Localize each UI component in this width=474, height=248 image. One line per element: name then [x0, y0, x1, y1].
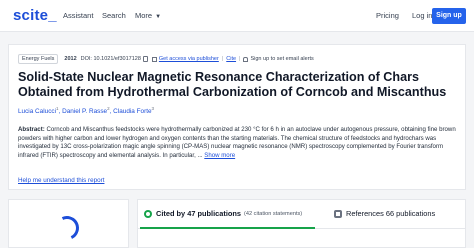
nav-more-label: More	[135, 11, 153, 20]
show-more-link[interactable]: Show more	[204, 152, 235, 159]
top-navigation-bar: scite_ Assistant Search More ▼ Pricing Lo…	[0, 0, 474, 32]
author-link[interactable]: Daniel P. Rasse	[62, 108, 107, 115]
references-label: References 66 publications	[346, 209, 436, 218]
external-link-icon	[151, 56, 157, 62]
author-affiliation-marker: 3	[151, 106, 155, 111]
access-via-publisher-link[interactable]: Get access via publisher	[159, 56, 219, 62]
paper-meta-row: Energy Fuels 2012 DOI: 10.1021/ef3017128…	[18, 54, 314, 64]
paper-title: Solid-State Nuclear Magnetic Resonance C…	[18, 70, 447, 99]
journal-badge[interactable]: Energy Fuels	[18, 54, 59, 64]
separator: |	[221, 56, 224, 62]
nav-search[interactable]: Search	[102, 11, 126, 20]
doi-text: DOI: 10.1021/ef3017128	[80, 56, 141, 62]
signup-button[interactable]: Sign up	[432, 8, 466, 24]
login-link[interactable]: Log in	[412, 11, 432, 20]
separator: |	[239, 56, 241, 62]
nav-pricing[interactable]: Pricing	[376, 11, 399, 20]
tab-cited-by[interactable]: Cited by 47 publications (42 citation st…	[144, 209, 302, 218]
publication-year: 2012	[64, 56, 77, 62]
abstract-label: Abstract:	[18, 126, 45, 133]
citations-panel	[137, 199, 466, 248]
author-link[interactable]: Lucia Calucci	[18, 108, 56, 115]
help-understand-report-link[interactable]: Help me understand this report	[18, 177, 104, 184]
nav-assistant[interactable]: Assistant	[63, 11, 93, 20]
author-affiliation-marker: 2	[107, 106, 110, 111]
cite-link[interactable]: Cite	[226, 56, 236, 62]
author-link[interactable]: Claudia Forte	[113, 108, 151, 115]
author-list: Lucia Calucci1, Daniel P. Rasse2, Claudi…	[18, 106, 155, 116]
abstract-text: Corncob and Miscanthus feedstocks were h…	[18, 126, 456, 159]
chevron-down-icon: ▼	[155, 14, 162, 20]
nav-more[interactable]: More ▼	[135, 11, 161, 20]
author-affiliation-marker: 1	[56, 106, 59, 111]
paper-card: Energy Fuels 2012 DOI: 10.1021/ef3017128…	[8, 44, 466, 190]
bell-icon	[243, 56, 249, 62]
references-icon	[334, 209, 342, 218]
active-tab-indicator	[140, 227, 315, 229]
abstract: Abstract: Corncob and Miscanthus feedsto…	[18, 126, 462, 160]
scite-logo[interactable]: scite_	[13, 7, 57, 24]
citation-statements-count: (42 citation statements)	[244, 210, 303, 217]
email-alerts-link[interactable]: Sign up to set email alerts	[250, 56, 313, 62]
copy-icon[interactable]	[142, 56, 148, 62]
citation-icon	[144, 209, 152, 218]
cited-by-label: Cited by 47 publications	[156, 209, 242, 218]
tab-references[interactable]: References 66 publications	[334, 209, 435, 218]
